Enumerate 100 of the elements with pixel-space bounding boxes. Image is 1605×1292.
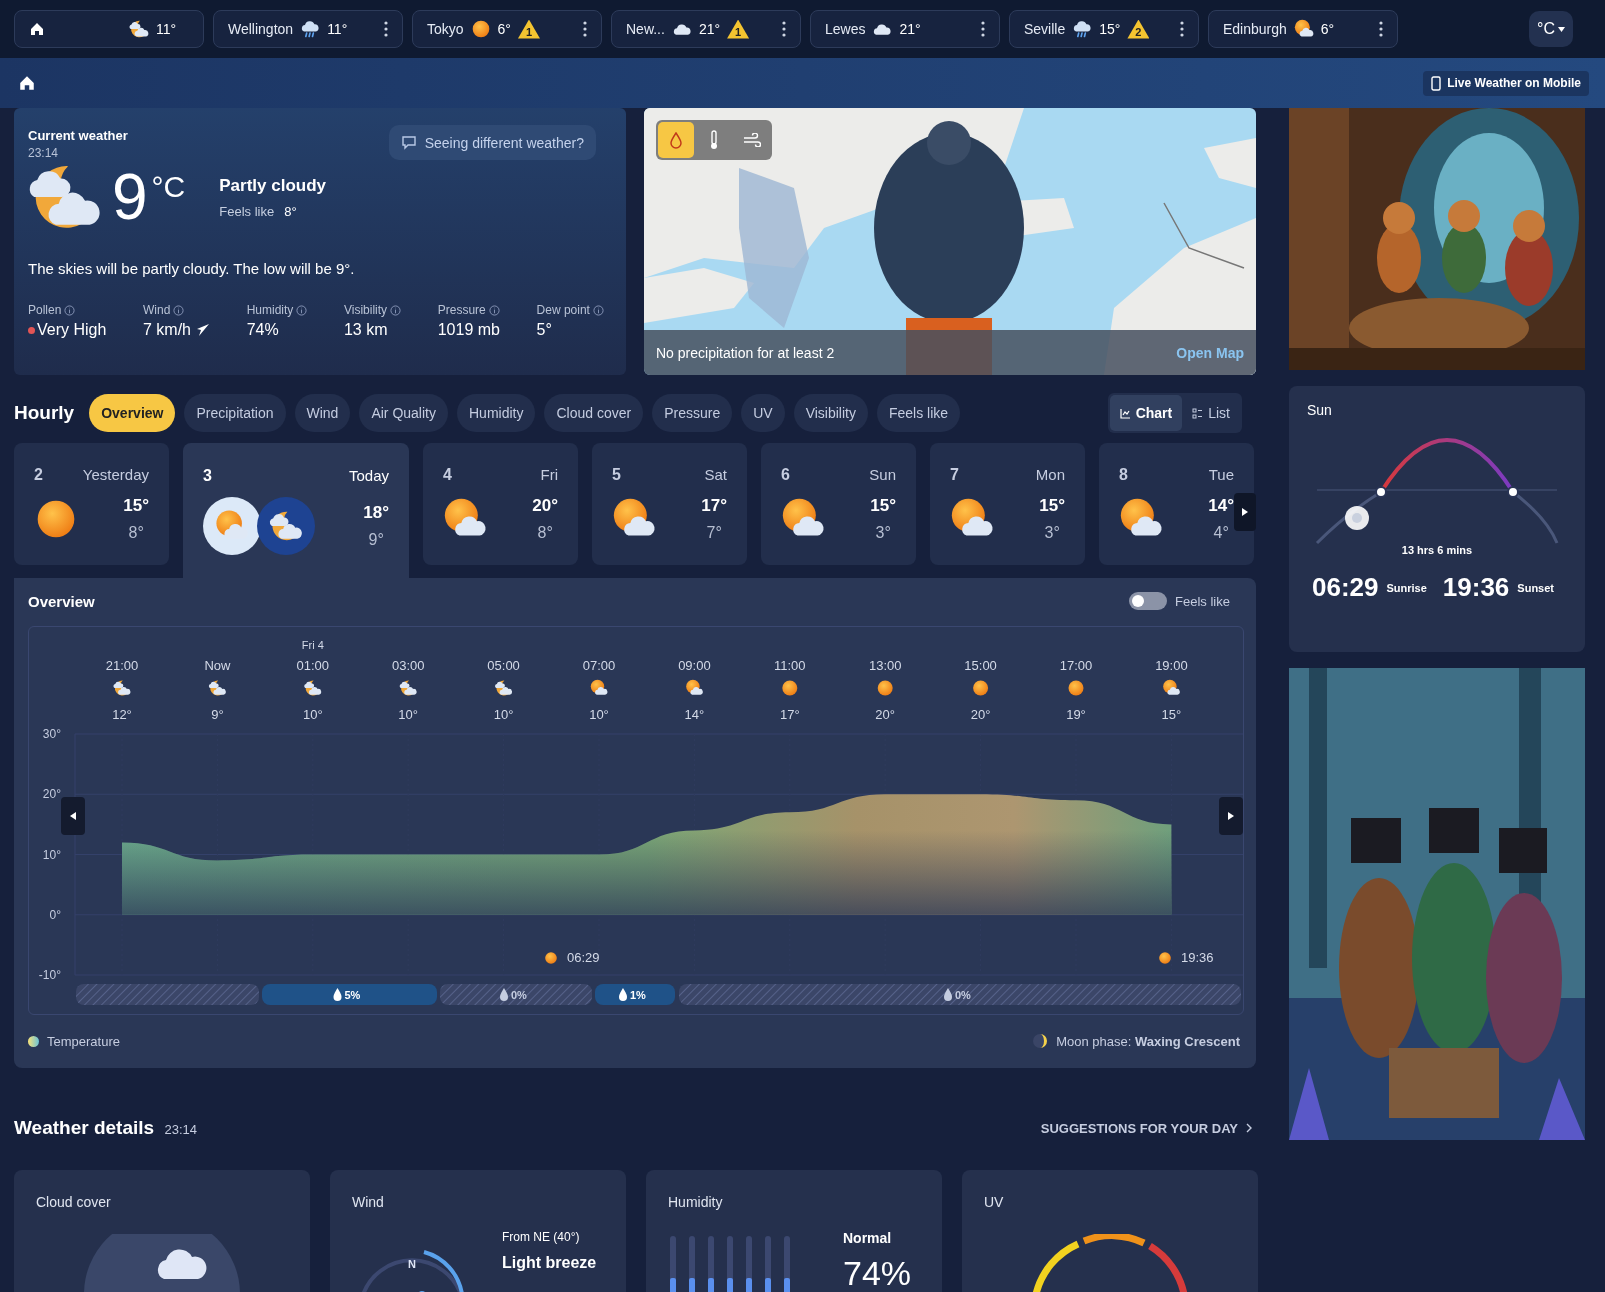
sun-icon	[1068, 680, 1084, 696]
day-card[interactable]: 4 Fri 20° 8°	[423, 443, 578, 565]
moon-icon	[1032, 1033, 1049, 1049]
hour-label: 01:00	[296, 658, 330, 673]
moon-cloud-icon	[129, 19, 149, 39]
stat-label: Dew point	[536, 303, 590, 317]
day-card[interactable]: 6 Sun 15° 3°	[761, 443, 916, 565]
moon-cloud-icon	[495, 680, 512, 696]
hourly-tab[interactable]: Humidity	[457, 394, 536, 432]
weather-summary: The skies will be partly cloudy. The low will be 9°.	[28, 260, 356, 277]
hour-label: 07:00	[582, 658, 616, 673]
hourly-tab[interactable]: Wind	[294, 394, 351, 432]
moon-cloud-icon	[399, 680, 417, 696]
hourly-tab[interactable]: Visibility	[793, 394, 868, 432]
feels-like-value: 8°	[284, 203, 297, 219]
right-arrow-icon	[1242, 508, 1248, 516]
hourly-tab[interactable]: Feels like	[876, 394, 961, 432]
home-icon[interactable]	[18, 74, 36, 92]
stat-label: Visibility	[343, 303, 388, 317]
pollen-dot	[28, 326, 35, 334]
day-card[interactable]: 3 Today 18° 9°	[183, 443, 409, 578]
more-icon[interactable]	[1379, 21, 1383, 37]
section-title: Hourly	[14, 402, 75, 424]
location-name: Seville	[1024, 21, 1066, 37]
location-name: Lewes	[825, 21, 866, 37]
more-icon[interactable]	[1180, 21, 1184, 37]
suggestions-link[interactable]: SUGGESTIONS FOR YOUR DAY	[1040, 1120, 1252, 1136]
info-icon[interactable]	[592, 304, 604, 316]
more-icon[interactable]	[384, 21, 388, 37]
view-toggle-button[interactable]: List	[1182, 395, 1240, 431]
hourly-tab[interactable]: Precipitation	[184, 394, 286, 432]
list-icon	[1192, 407, 1204, 419]
feels-like-label: Feels like	[219, 203, 275, 219]
hourly-tab[interactable]: Cloud cover	[544, 394, 644, 432]
moon-cloud-icon	[208, 680, 226, 696]
unit-button[interactable]: °C	[1529, 11, 1573, 47]
view-toggle-button[interactable]: Chart	[1109, 395, 1183, 431]
info-icon[interactable]	[488, 304, 500, 316]
precipitation-segment: 1%	[595, 984, 675, 1005]
sun-icon	[973, 680, 989, 696]
feels-like-toggle[interactable]	[1129, 592, 1168, 610]
day-card[interactable]: 2 Yesterday 15° 8°	[14, 443, 169, 565]
info-icon[interactable]	[173, 304, 185, 316]
stat-value: 5°	[536, 321, 552, 339]
hour-temperature: 10°	[398, 707, 419, 722]
location-tab[interactable]: New... 21° 1	[611, 10, 801, 48]
previous-arrow-button[interactable]	[61, 797, 85, 835]
feedback-button[interactable]: Seeing different weather?	[388, 125, 596, 160]
location-temperature: 21°	[698, 21, 721, 37]
wind-direction-icon	[196, 323, 210, 337]
location-tab[interactable]: Edinburgh 6°	[1208, 10, 1398, 48]
location-tab[interactable]: Wellington 11°	[213, 10, 403, 48]
humidity-level: Normal	[843, 1230, 893, 1246]
hourly-tab[interactable]: Pressure	[652, 394, 733, 432]
sunset-time: 19:36	[1181, 950, 1214, 965]
sunset-time: 19:36	[1442, 572, 1510, 603]
card-title: Sun	[1307, 402, 1333, 418]
hour-temperature: 19°	[1066, 707, 1086, 722]
more-icon[interactable]	[583, 21, 587, 37]
more-icon[interactable]	[981, 21, 985, 37]
date-label: Fri 4	[301, 639, 324, 651]
more-icon[interactable]	[782, 21, 786, 37]
daylight-duration: 13 hrs 6 mins	[1400, 544, 1474, 556]
sun-cloud-icon	[1163, 679, 1180, 695]
location-temperature: 21°	[899, 21, 921, 37]
hour-temperature: 17°	[779, 707, 800, 722]
hourly-tab[interactable]: Air Quality	[359, 394, 448, 432]
rain-cloud-icon	[300, 19, 321, 39]
chevron-right-icon	[1246, 1123, 1252, 1133]
hour-temperature: 10°	[302, 707, 323, 722]
day-card[interactable]: 8 Tue 14° 4°	[1099, 443, 1254, 565]
hour-label: 17:00	[1059, 658, 1093, 673]
day-card[interactable]: 5 Sat 17° 7°	[592, 443, 747, 565]
info-icon[interactable]	[296, 304, 308, 316]
info-icon[interactable]	[64, 304, 76, 316]
location-tab[interactable]: Lewes 21°	[810, 10, 1000, 48]
map-layer-button[interactable]	[658, 122, 694, 158]
sunset-label: Sunset	[1517, 581, 1554, 594]
hourly-tab[interactable]: Overview	[89, 394, 176, 432]
card-title: Current weather	[28, 128, 128, 143]
info-icon[interactable]	[390, 304, 402, 316]
next-arrow-button[interactable]	[1234, 493, 1256, 531]
condition-text: Partly cloudy	[219, 175, 327, 196]
location-tab[interactable]: 11°	[14, 10, 204, 48]
axis-tick-label: 0°	[49, 907, 61, 922]
location-tab[interactable]: Seville 15° 2	[1009, 10, 1199, 48]
map-message: No precipitation for at least 2	[656, 344, 835, 361]
wind-icon	[743, 133, 761, 147]
compass-drawing: N	[352, 1248, 472, 1292]
thermometer-icon	[709, 130, 719, 150]
card-title: Cloud cover	[36, 1194, 112, 1210]
next-arrow-button[interactable]	[1219, 797, 1243, 835]
chart-icon	[1119, 407, 1131, 419]
day-card[interactable]: 7 Mon 15° 3°	[930, 443, 1085, 565]
hourly-tab[interactable]: UV	[741, 394, 785, 432]
location-tab[interactable]: Tokyo 6° 1	[412, 10, 602, 48]
mobile-link[interactable]: Live Weather on Mobile	[1423, 70, 1589, 96]
hour-label: 21:00	[105, 658, 139, 673]
time-label: 23:14	[164, 1122, 198, 1137]
humidity-value: 74%	[843, 1254, 913, 1292]
